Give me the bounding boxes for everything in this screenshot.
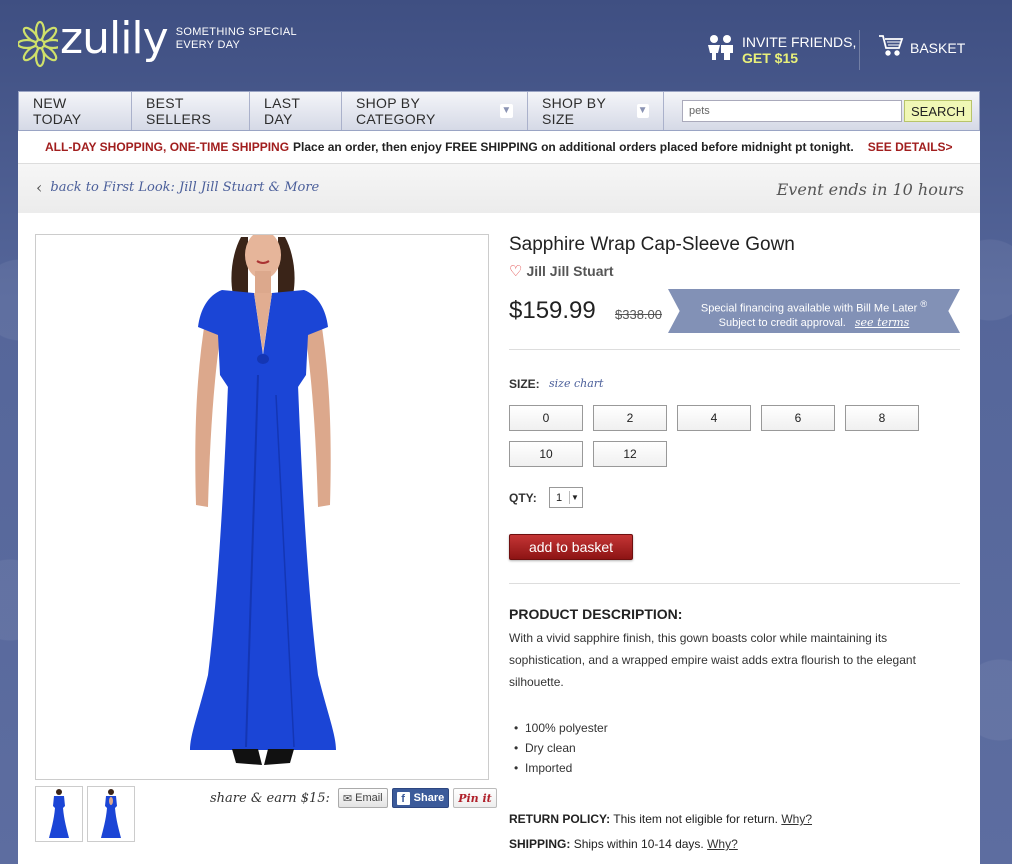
logo-tagline: SOMETHING SPECIAL EVERY DAY (176, 26, 297, 52)
back-to-event-link[interactable]: ‹ back to First Look: Jill Jill Stuart &… (36, 178, 319, 197)
search-input[interactable] (682, 100, 902, 122)
basket-label: BASKET (910, 40, 966, 56)
shipping-text: Ships within 10-14 days. (573, 837, 704, 851)
cart-icon (878, 34, 904, 62)
logo-wordmark: zulily (60, 13, 169, 64)
nav-new-today-label: NEW TODAY (33, 95, 82, 127)
thumbnail-strip (35, 786, 135, 842)
pinterest-button[interactable]: Pin it (453, 788, 497, 808)
add-to-basket-button[interactable]: add to basket (509, 534, 633, 560)
size-option-6[interactable]: 6 (761, 405, 835, 431)
gown-photo (190, 235, 336, 765)
sale-price: $159.99 (509, 297, 596, 324)
flower-logo-icon (18, 20, 58, 68)
size-label: SIZE: (509, 377, 540, 391)
facebook-icon: f (396, 791, 410, 805)
return-policy-text: This item not eligible for return. (613, 812, 778, 826)
return-why-link[interactable]: Why? (781, 812, 812, 826)
breadcrumb-bar: ‹ back to First Look: Jill Jill Stuart &… (18, 163, 980, 213)
shipping-info: SHIPPING: Ships within 10-14 days. Why? (509, 837, 738, 851)
thumbnail-front-image (49, 789, 69, 838)
tagline-line1: SOMETHING SPECIAL (175, 26, 297, 38)
invite-line1: INVITE FRIENDS, (742, 34, 857, 50)
product-main-image[interactable] (35, 234, 489, 780)
tagline-line2: EVERY DAY (175, 39, 241, 51)
search-button[interactable]: SEARCH (904, 100, 973, 122)
product-brand: ♡ Jill Jill Stuart (509, 262, 614, 280)
heart-icon[interactable]: ♡ (509, 262, 522, 280)
share-row: share & earn $15: ✉ Email f Share Pin it (210, 788, 501, 808)
share-facebook-label: Share (413, 792, 445, 804)
back-link-text: back to First Look: Jill Jill Stuart & M… (50, 180, 320, 195)
size-option-12[interactable]: 12 (593, 441, 667, 467)
event-ends-countdown: Event ends in 10 hours (776, 180, 964, 199)
size-option-4[interactable]: 4 (677, 405, 751, 431)
nav-last-day[interactable]: LAST DAY (250, 92, 342, 130)
original-price: $338.00 (615, 307, 662, 322)
return-policy-label: RETURN POLICY: (509, 812, 611, 826)
list-item: Dry clean (509, 738, 608, 758)
invite-friends-link[interactable]: INVITE FRIENDS, GET $15 (696, 30, 860, 70)
share-email-label: Email (355, 792, 383, 804)
nav-shop-by-category[interactable]: SHOP BY CATEGORY ▼ (342, 92, 528, 130)
feature-list: 100% polyester Dry clean Imported (509, 718, 608, 778)
brand-name[interactable]: Jill Jill Stuart (526, 263, 613, 279)
financing-line2: Subject to credit approval. (718, 316, 846, 329)
size-option-10[interactable]: 10 (509, 441, 583, 467)
thumbnail-back[interactable] (87, 786, 135, 842)
chevron-down-icon: ▼ (636, 104, 649, 118)
size-chart-link[interactable]: size chart (549, 377, 603, 390)
zulily-logo[interactable]: zulily SOMETHING SPECIAL EVERY DAY (18, 12, 297, 72)
see-details-link[interactable]: SEE DETAILS> (868, 140, 953, 154)
return-policy: RETURN POLICY: This item not eligible fo… (509, 812, 812, 826)
quantity-select[interactable]: 1 ▼ (549, 487, 583, 508)
qty-label: QTY: (509, 491, 537, 505)
shipping-label: SHIPPING: (509, 837, 571, 851)
size-options: 0 2 4 6 8 10 12 (509, 405, 939, 467)
promo-headline: ALL-DAY SHOPPING, ONE-TIME SHIPPING (45, 140, 290, 154)
basket-link[interactable]: BASKET (878, 34, 965, 62)
nav-best-sellers[interactable]: BEST SELLERS (132, 92, 250, 130)
chevron-down-icon: ▼ (499, 104, 513, 118)
product-title: Sapphire Wrap Cap-Sleeve Gown (509, 234, 795, 255)
list-item: Imported (509, 758, 608, 778)
nav-shop-by-size-label: SHOP BY SIZE (542, 95, 606, 127)
chevron-left-icon: ‹ (36, 178, 43, 197)
size-option-0[interactable]: 0 (509, 405, 583, 431)
qty-value: 1 (556, 491, 563, 504)
nav-best-sellers-label: BEST SELLERS (146, 95, 212, 127)
thumbnail-back-image (101, 789, 121, 838)
size-option-2[interactable]: 2 (593, 405, 667, 431)
shipping-promo-bar: ALL-DAY SHOPPING, ONE-TIME SHIPPING Plac… (18, 131, 980, 163)
divider (509, 349, 960, 350)
shipping-why-link[interactable]: Why? (707, 837, 738, 851)
site-header: zulily SOMETHING SPECIAL EVERY DAY INVIT… (0, 0, 1012, 90)
kids-icon (706, 34, 742, 67)
thumbnail-front[interactable] (35, 786, 83, 842)
search-area: SEARCH (682, 92, 973, 130)
share-facebook-button[interactable]: f Share (391, 788, 450, 808)
registered-mark: ® (920, 299, 928, 309)
invite-line2: GET $15 (742, 50, 799, 66)
envelope-icon: ✉ (342, 792, 353, 805)
product-content: share & earn $15: ✉ Email f Share Pin it… (18, 213, 980, 864)
nav-last-day-label: LAST DAY (264, 95, 300, 127)
size-option-8[interactable]: 8 (845, 405, 919, 431)
nav-shop-by-category-label: SHOP BY CATEGORY (356, 95, 436, 127)
see-terms-link[interactable]: see terms (855, 316, 909, 329)
divider (509, 583, 960, 584)
share-email-button[interactable]: ✉ Email (337, 788, 388, 808)
description-text: With a vivid sapphire finish, this gown … (509, 631, 916, 689)
financing-line1: Special financing available with Bill Me… (700, 302, 918, 315)
dropdown-arrow-icon: ▼ (569, 491, 580, 504)
list-item: 100% polyester (509, 718, 608, 738)
share-label: share & earn $15: (210, 790, 330, 806)
nav-shop-by-size[interactable]: SHOP BY SIZE ▼ (528, 92, 664, 130)
nav-new-today[interactable]: NEW TODAY (19, 92, 132, 130)
promo-text: Place an order, then enjoy FREE SHIPPING… (293, 140, 854, 154)
financing-banner: Special financing available with Bill Me… (668, 289, 960, 333)
main-nav: NEW TODAY BEST SELLERS LAST DAY SHOP BY … (18, 91, 980, 131)
description-title: PRODUCT DESCRIPTION: (509, 606, 683, 622)
